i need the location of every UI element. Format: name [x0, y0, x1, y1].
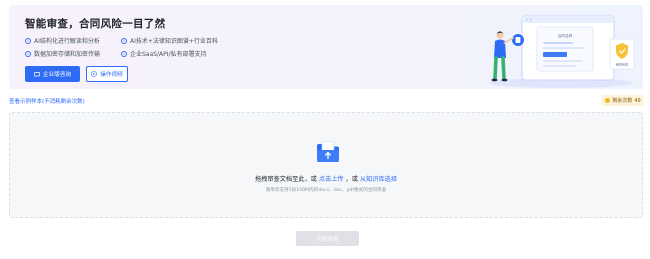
- check-circle-icon: ✓: [25, 37, 31, 44]
- banner-title: 智能审查，合同风险一目了然: [25, 18, 166, 30]
- coin-icon: [605, 98, 611, 103]
- check-circle-icon: ✓: [121, 50, 127, 57]
- select-from-library-link[interactable]: 从知识库选择: [360, 176, 397, 183]
- enterprise-consult-button[interactable]: 企业版咨询: [25, 66, 80, 82]
- play-circle-icon: [91, 71, 98, 77]
- file-upload-dropzone[interactable]: 拖拽审查文档至此，或 点击上传 ，或 从知识库选择 限单仅支持1份100M内的d…: [9, 112, 643, 218]
- quota-value: 49: [634, 97, 641, 104]
- check-circle-icon: ✓: [121, 37, 127, 44]
- feature-item: ✓ AI技术+法律知识图谱+行业百科: [121, 37, 218, 45]
- feature-item: ✓ 企业SaaS/API/私有部署支持: [121, 50, 207, 58]
- illustration-doc-title: 合同名称: [558, 33, 573, 38]
- illustration-shield-label: 审查完成: [616, 62, 628, 67]
- remaining-quota-badge: 剩余次数 49: [602, 95, 644, 106]
- click-upload-link[interactable]: 点击上传: [319, 176, 344, 183]
- feature-item: ✓ AI结构化进行解读和分析: [25, 37, 100, 45]
- upload-hint: 限单仅支持1份100M内的docx、doc、pdf格式的合同审查: [265, 188, 387, 193]
- view-sample-link[interactable]: 查看示例样本(不消耗剩余次数): [9, 97, 85, 105]
- quota-label: 剩余次数: [612, 98, 633, 104]
- feature-item: ✓ 数据加密存储和加密传输: [25, 50, 101, 58]
- tutorial-video-button[interactable]: 操作视频: [86, 66, 128, 82]
- start-review-button[interactable]: 开始审查: [296, 231, 359, 246]
- check-circle-icon: ✓: [25, 50, 31, 57]
- upload-instruction: 拖拽审查文档至此，或 点击上传 ，或 从知识库选择: [254, 176, 398, 183]
- chat-icon: [34, 71, 40, 76]
- contract-review-illustration: 合同名称 审查完成: [489, 15, 635, 88]
- upload-folder-icon: [317, 141, 339, 162]
- promo-banner: 智能审查，合同风险一目了然 ✓ AI结构化进行解读和分析 ✓ AI技术+法律知识…: [9, 5, 643, 89]
